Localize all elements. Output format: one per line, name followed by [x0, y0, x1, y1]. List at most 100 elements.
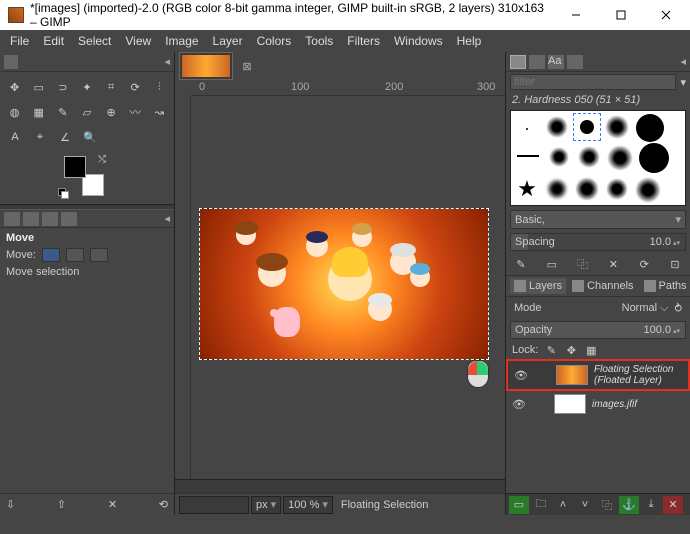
device-status-tab-icon[interactable] [23, 212, 39, 226]
layer-item-base[interactable]: 👁 images.jfif [506, 391, 690, 417]
history-tab-icon[interactable] [567, 55, 583, 69]
restore-preset-icon[interactable]: ⇧ [57, 498, 66, 511]
ruler-horizontal[interactable]: 0 100 200 300 [191, 80, 505, 96]
duplicate-layer-button[interactable]: ⿻ [597, 496, 617, 514]
brush-item[interactable] [637, 141, 671, 175]
canvas-viewport[interactable] [191, 96, 505, 479]
brush-spacing-slider[interactable]: Spacing 10.0 [510, 233, 686, 251]
image-tab[interactable] [179, 52, 233, 80]
fg-bg-colors[interactable]: ⤭ [64, 156, 104, 196]
tool-rect-select[interactable]: ▭ [28, 76, 49, 98]
tool-bucket[interactable]: ◍ [4, 101, 25, 123]
tool-gradient[interactable]: ▦ [28, 101, 49, 123]
fg-color-swatch[interactable] [64, 156, 86, 178]
new-brush-icon[interactable]: ▭ [543, 256, 561, 272]
tool-path[interactable]: ↝ [149, 101, 170, 123]
tab-layers[interactable]: Layers [510, 278, 566, 294]
menu-help[interactable]: Help [451, 32, 488, 50]
layer-name[interactable]: images.jfif [592, 399, 686, 410]
menu-windows[interactable]: Windows [388, 32, 449, 50]
brush-item[interactable]: ★ [513, 175, 541, 203]
tool-pencil[interactable]: ✎ [52, 101, 73, 123]
edit-brush-icon[interactable]: ✎ [512, 256, 530, 272]
filter-dropdown-icon[interactable]: ▾ [680, 76, 686, 89]
close-button[interactable] [643, 1, 688, 30]
patterns-tab-icon[interactable] [529, 55, 545, 69]
tab-paths[interactable]: Paths [640, 278, 690, 294]
brush-item[interactable] [545, 143, 573, 171]
lock-pixels-icon[interactable]: ✎ [544, 343, 558, 357]
tool-zoom[interactable]: 🔍 [79, 126, 101, 148]
tool-crop[interactable]: ⌗ [101, 76, 122, 98]
open-as-image-icon[interactable]: ⊡ [666, 256, 684, 272]
brush-item[interactable] [515, 117, 539, 141]
merge-down-button[interactable]: ⤓ [641, 496, 661, 514]
undo-history-tab-icon[interactable] [42, 212, 58, 226]
menu-image[interactable]: Image [159, 32, 204, 50]
mode-dropdown[interactable]: Normal ⌵ [622, 302, 669, 315]
brush-item[interactable] [515, 151, 541, 161]
menu-view[interactable]: View [119, 32, 157, 50]
unit-dropdown[interactable]: px [251, 496, 281, 514]
images-tab-icon[interactable] [61, 212, 77, 226]
fonts-tab-icon[interactable]: Aa [548, 55, 564, 69]
opacity-slider[interactable]: Opacity 100.0 [510, 321, 686, 339]
delete-layer-button[interactable]: ✕ [663, 496, 683, 514]
visibility-toggle-icon[interactable]: 👁 [512, 369, 530, 382]
swap-colors-icon[interactable]: ⤭ [98, 154, 106, 165]
tool-rotate[interactable]: ⟳ [125, 76, 146, 98]
tab-menu-arrow-icon[interactable]: ◂ [164, 212, 170, 225]
menu-colors[interactable]: Colors [251, 32, 298, 50]
ruler-vertical[interactable] [175, 96, 191, 479]
tab-menu-arrow-icon[interactable]: ◂ [164, 55, 170, 68]
tool-fuzzy-select[interactable]: ✦ [76, 76, 97, 98]
duplicate-brush-icon[interactable]: ⿻ [574, 256, 592, 272]
lock-alpha-icon[interactable]: ▦ [584, 343, 598, 357]
layer-item-floating[interactable]: 👁 Floating Selection (Floated Layer) [506, 359, 690, 391]
delete-brush-icon[interactable]: ✕ [604, 256, 622, 272]
move-mode-selection-icon[interactable] [66, 248, 84, 262]
menu-file[interactable]: File [4, 32, 35, 50]
tab-menu-arrow-icon[interactable]: ◂ [680, 55, 686, 68]
move-mode-layer-icon[interactable] [42, 248, 60, 262]
default-colors-icon[interactable] [58, 188, 68, 198]
brush-item[interactable] [543, 113, 571, 141]
menu-filters[interactable]: Filters [341, 32, 386, 50]
visibility-toggle-icon[interactable]: 👁 [510, 398, 528, 411]
canvas[interactable] [199, 208, 489, 360]
delete-preset-icon[interactable]: ✕ [108, 498, 117, 511]
tool-color-picker[interactable]: ⌖ [29, 126, 51, 148]
tool-options-tab-icon[interactable] [4, 212, 20, 226]
tab-channels[interactable]: Channels [568, 278, 637, 294]
toolbox-tab-icon[interactable] [4, 55, 18, 69]
menu-tools[interactable]: Tools [299, 32, 339, 50]
brush-item[interactable] [603, 113, 631, 141]
tool-text[interactable]: A [4, 126, 26, 148]
refresh-brush-icon[interactable]: ⟳ [635, 256, 653, 272]
save-preset-icon[interactable]: ⇩ [6, 498, 15, 511]
tool-move[interactable]: ✥ [4, 76, 25, 98]
lower-layer-button[interactable]: ˅ [575, 496, 595, 514]
brush-item[interactable] [605, 143, 635, 173]
new-group-button[interactable]: 🗀 [531, 496, 551, 514]
tool-free-select[interactable]: ⊃ [52, 76, 73, 98]
mode-switch-icon[interactable]: ⥁ [674, 302, 682, 315]
horizontal-scrollbar[interactable] [175, 479, 505, 493]
reset-preset-icon[interactable]: ⟲ [159, 498, 168, 511]
maximize-button[interactable] [598, 1, 643, 30]
menu-select[interactable]: Select [72, 32, 117, 50]
tool-smudge[interactable]: 〰 [125, 101, 146, 123]
tool-clone[interactable]: ⊕ [101, 101, 122, 123]
move-mode-path-icon[interactable] [90, 248, 108, 262]
menu-edit[interactable]: Edit [37, 32, 70, 50]
lock-position-icon[interactable]: ✥ [564, 343, 578, 357]
brush-item[interactable] [633, 175, 663, 205]
tool-warp[interactable]: ⫶ [149, 76, 170, 98]
image-tab-close-icon[interactable]: ⊠ [239, 58, 255, 74]
brushes-tab-icon[interactable] [510, 55, 526, 69]
brush-preset-dropdown[interactable]: Basic, [510, 210, 686, 229]
layer-name[interactable]: Floating Selection (Floated Layer) [594, 364, 684, 386]
tool-measure[interactable]: ∠ [54, 126, 76, 148]
brush-item[interactable] [603, 175, 631, 203]
zoom-dropdown[interactable]: 100 % [283, 496, 333, 514]
